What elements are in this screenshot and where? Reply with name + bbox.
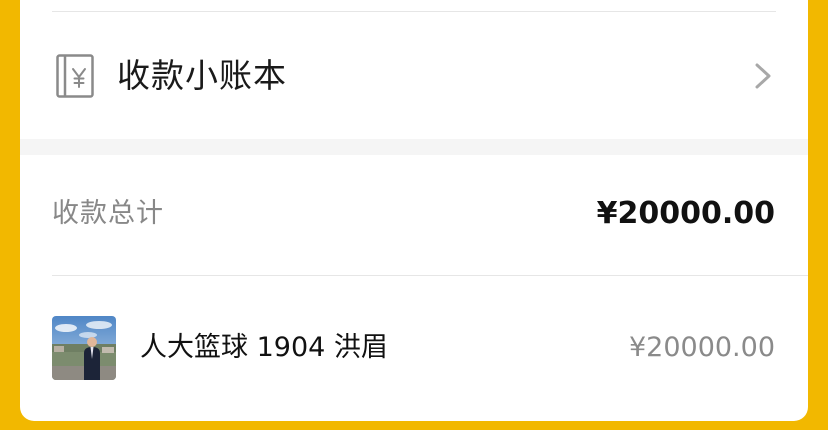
ledger-entry-row[interactable]: 收款小账本 <box>20 12 808 139</box>
section-separator <box>20 139 808 155</box>
payer-amount: ¥20000.00 <box>628 332 775 363</box>
chevron-right-icon <box>755 63 771 89</box>
total-amount: ¥20000.00 <box>596 196 775 231</box>
user-avatar[interactable] <box>52 316 116 380</box>
payment-list-item[interactable]: 人大篮球 1904 洪眉 ¥20000.00 <box>20 276 808 421</box>
payment-card: 收款小账本 收款总计 ¥20000.00 人大篮球 1904 洪眉 ¥20000… <box>20 0 808 421</box>
ledger-label: 收款小账本 <box>117 56 287 95</box>
payer-name: 人大篮球 1904 洪眉 <box>140 332 388 363</box>
total-label: 收款总计 <box>52 198 164 229</box>
ledger-yen-icon <box>56 54 94 98</box>
